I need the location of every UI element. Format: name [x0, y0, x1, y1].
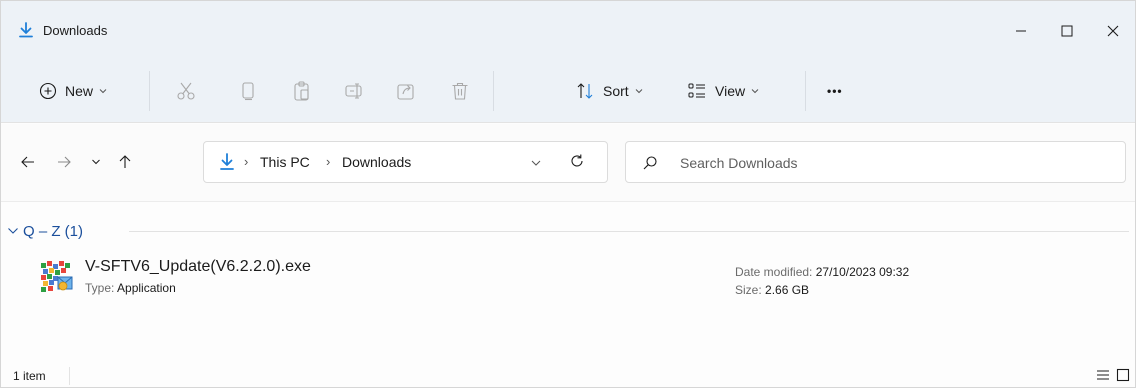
file-date-value: 27/10/2023 09:32 — [815, 265, 910, 279]
search-icon — [642, 155, 658, 176]
new-label: New — [65, 83, 94, 99]
view-icon — [688, 83, 705, 98]
status-separator — [69, 367, 70, 385]
file-name: V-SFTV6_Update(V6.2.2.0).exe — [85, 258, 311, 275]
item-count: 1 item — [13, 369, 46, 383]
more-icon: ••• — [827, 84, 843, 98]
details-view-icon — [1097, 370, 1109, 380]
share-button[interactable] — [395, 73, 417, 109]
maximize-button[interactable] — [1045, 13, 1089, 49]
arrow-right-icon — [58, 156, 71, 168]
application-exe-icon — [39, 259, 75, 295]
sort-label: Sort — [603, 83, 629, 99]
file-date-label: Date modified: — [735, 265, 813, 279]
command-bar: New Sort View ••• — [1, 61, 1135, 123]
file-list: Q – Z (1) V-SFTV6_Update(V6.2.2.0).exe T… — [1, 203, 1135, 353]
tiles-view-icon — [1116, 368, 1130, 382]
cut-button[interactable] — [175, 73, 197, 109]
command-separator — [493, 71, 494, 111]
file-date-modified: Date modified: 27/10/2023 09:32 — [735, 265, 909, 279]
search-input[interactable] — [680, 153, 1100, 173]
delete-icon — [452, 82, 468, 100]
breadcrumb-this-pc[interactable]: This PC — [260, 154, 310, 170]
address-history-button[interactable] — [530, 156, 542, 174]
arrow-up-icon — [119, 155, 131, 168]
rename-icon — [345, 83, 362, 99]
title-bar: Downloads — [1, 1, 1135, 61]
file-type: Type: Application — [85, 281, 176, 295]
delete-button[interactable] — [449, 73, 471, 109]
chevron-down-icon — [99, 89, 107, 94]
minimize-button[interactable] — [999, 13, 1043, 49]
search-box[interactable] — [625, 141, 1126, 183]
back-button[interactable] — [13, 148, 43, 176]
file-explorer-window: Downloads New Sort View ••• › This PC › … — [0, 0, 1136, 388]
file-size-value: 2.66 GB — [765, 283, 810, 297]
navigation-bar: › This PC › Downloads — [1, 124, 1135, 202]
copy-icon — [242, 82, 254, 101]
group-header-q-z[interactable]: Q – Z (1) — [7, 220, 83, 242]
rename-button[interactable] — [343, 73, 365, 109]
window-title: Downloads — [43, 23, 108, 38]
view-label: View — [715, 83, 746, 99]
paste-button[interactable] — [291, 73, 313, 109]
file-type-value: Application — [117, 281, 176, 295]
arrow-left-icon — [21, 156, 34, 168]
refresh-button[interactable] — [568, 152, 586, 175]
details-view-button[interactable] — [1093, 365, 1113, 385]
view-button[interactable]: View — [687, 73, 759, 109]
chevron-down-icon — [8, 228, 18, 234]
plus-circle-icon — [39, 82, 57, 100]
chevron-down-icon — [635, 89, 643, 94]
file-size: Size: 2.66 GB — [735, 283, 809, 297]
sort-icon — [577, 83, 593, 99]
forward-button[interactable] — [49, 148, 79, 176]
chevron-down-icon — [92, 159, 100, 165]
copy-button[interactable] — [237, 73, 259, 109]
download-arrow-icon — [17, 21, 35, 39]
more-options-button[interactable]: ••• — [827, 73, 843, 109]
minimize-icon — [1016, 30, 1026, 32]
breadcrumb-downloads[interactable]: Downloads — [342, 154, 411, 170]
status-bar: 1 item — [1, 353, 1135, 387]
chevron-down-icon — [751, 89, 759, 94]
breadcrumb-separator: › — [244, 154, 249, 169]
close-icon — [1107, 25, 1119, 37]
group-divider — [129, 231, 1129, 232]
cut-icon — [177, 82, 195, 100]
new-button[interactable]: New — [39, 73, 107, 109]
refresh-icon — [571, 154, 583, 167]
recent-locations-button[interactable] — [81, 148, 111, 176]
paste-icon — [294, 81, 309, 101]
group-title: Q – Z (1) — [23, 222, 84, 240]
tiles-view-button[interactable] — [1113, 365, 1133, 385]
up-button[interactable] — [110, 148, 140, 176]
file-row[interactable]: V-SFTV6_Update(V6.2.2.0).exe Type: Appli… — [31, 257, 1121, 309]
download-arrow-icon — [218, 152, 236, 177]
command-separator — [149, 71, 150, 111]
maximize-icon — [1061, 25, 1073, 37]
command-separator — [805, 71, 806, 111]
breadcrumb-separator: › — [326, 154, 331, 169]
share-icon — [397, 84, 414, 100]
sort-button[interactable]: Sort — [575, 73, 643, 109]
file-size-label: Size: — [735, 283, 762, 297]
file-type-label: Type: — [85, 281, 115, 295]
address-bar[interactable]: › This PC › Downloads — [203, 141, 608, 183]
close-button[interactable] — [1091, 13, 1135, 49]
chevron-down-icon — [531, 160, 541, 166]
